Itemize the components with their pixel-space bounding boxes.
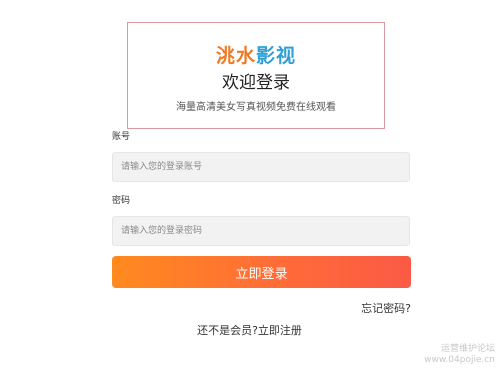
login-button[interactable]: 立即登录 — [112, 256, 411, 288]
account-input[interactable] — [112, 152, 410, 182]
welcome-subtitle: 海量高清美女写真视频免费在线观看 — [176, 102, 336, 113]
password-label: 密码 — [112, 196, 131, 206]
account-label: 账号 — [112, 132, 131, 142]
forgot-password-link[interactable]: 忘记密码? — [361, 302, 411, 316]
welcome-header-box: 洮水影视 欢迎登录 海量高清美女写真视频免费在线观看 — [127, 22, 385, 129]
not-member-text: 还不是会员? — [197, 324, 258, 337]
watermark-line2: www.04pojie.cn — [424, 355, 495, 365]
watermark-line1: 运营维护论坛 — [440, 344, 495, 354]
brand-logo-part1: 洮水 — [215, 45, 256, 67]
register-row: 还不是会员?立即注册 — [0, 324, 499, 338]
register-link[interactable]: 立即注册 — [258, 324, 302, 337]
brand-logo-part2: 影视 — [256, 45, 297, 67]
brand-logo: 洮水影视 — [128, 45, 384, 67]
site-watermark: 运营维护论坛 www.04pojie.cn — [424, 344, 495, 366]
welcome-title: 欢迎登录 — [222, 73, 290, 93]
password-input[interactable] — [112, 216, 410, 246]
